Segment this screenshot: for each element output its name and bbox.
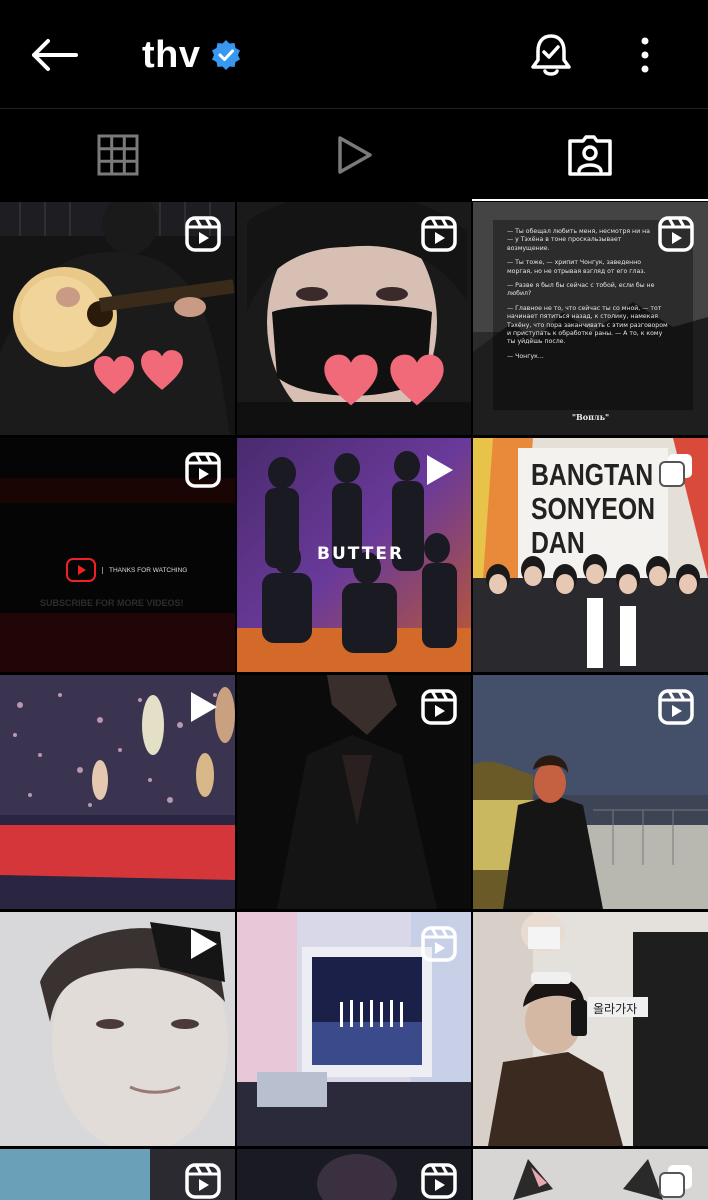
verified-badge-icon — [211, 40, 241, 70]
tagged-posts-grid: — Ты обещал любить меня, несмотря ни на … — [0, 202, 708, 1200]
post-tile-3[interactable]: — Ты обещал любить меня, несмотря ни на … — [473, 202, 708, 435]
carousel-icon — [659, 454, 692, 487]
back-button[interactable] — [28, 32, 80, 78]
post-tile-10[interactable] — [0, 912, 235, 1146]
post-tile-13[interactable] — [0, 1149, 235, 1200]
notifications-button[interactable] — [526, 30, 576, 80]
post-tile-11[interactable] — [237, 912, 471, 1146]
reels-icon — [185, 452, 221, 488]
post-tile-14[interactable] — [237, 1149, 471, 1200]
tab-tagged[interactable] — [472, 109, 708, 201]
post-tile-5[interactable]: BUTTER — [237, 438, 471, 672]
post-tile-7[interactable] — [0, 675, 235, 909]
username-text: thv — [142, 33, 201, 76]
grid-icon — [97, 134, 139, 176]
top-bar: thv — [0, 0, 708, 109]
carousel-icon — [659, 1165, 692, 1198]
quote-footer: "Вопль" — [571, 412, 610, 422]
play-icon — [191, 692, 217, 722]
play-icon — [427, 455, 453, 485]
post-thumbnail-image — [473, 912, 708, 1146]
heart-sticker — [94, 356, 134, 394]
tab-posts-grid[interactable] — [0, 109, 236, 201]
play-icon — [338, 136, 372, 174]
notification-bell-check-icon — [531, 34, 571, 76]
arrow-left-icon — [32, 39, 78, 71]
youtube-end-card: THANKS FOR WATCHING — [66, 558, 187, 582]
post-tile-12[interactable]: 올라가자 — [473, 912, 708, 1146]
play-icon — [191, 929, 217, 959]
post-tile-2[interactable] — [237, 202, 471, 435]
post-tile-9[interactable] — [473, 675, 708, 909]
heart-sticker — [390, 354, 444, 406]
post-tile-4[interactable]: THANKS FOR WATCHING SUBSCRIBE FOR MORE V… — [0, 438, 235, 672]
heart-sticker — [141, 350, 183, 390]
reels-icon — [185, 1163, 221, 1199]
heart-sticker — [324, 354, 378, 406]
profile-tabs — [0, 109, 708, 201]
reels-icon — [185, 216, 221, 252]
tab-reels[interactable] — [236, 109, 472, 201]
profile-username: thv — [142, 32, 241, 78]
reels-icon — [421, 1163, 457, 1199]
tagged-person-icon — [568, 135, 612, 176]
butter-overlay-text: BUTTER — [317, 544, 405, 564]
youtube-icon — [66, 558, 96, 582]
banner-text: BANGTAN SONYEON DAN — [531, 457, 656, 560]
reels-icon — [421, 689, 457, 725]
post-tile-6[interactable]: BANGTAN SONYEON DAN — [473, 438, 708, 672]
post-tile-15[interactable] — [473, 1149, 708, 1200]
sign-text: 올라가자 — [593, 1002, 638, 1016]
more-vertical-icon — [641, 37, 649, 73]
subscribe-text: SUBSCRIBE FOR MORE VIDEOS! — [40, 598, 184, 608]
more-options-button[interactable] — [628, 30, 662, 80]
post-tile-1[interactable] — [0, 202, 235, 435]
reels-icon — [421, 216, 457, 252]
post-tile-8[interactable] — [237, 675, 471, 909]
reels-icon — [421, 926, 457, 962]
reels-icon — [658, 216, 694, 252]
reels-icon — [658, 689, 694, 725]
